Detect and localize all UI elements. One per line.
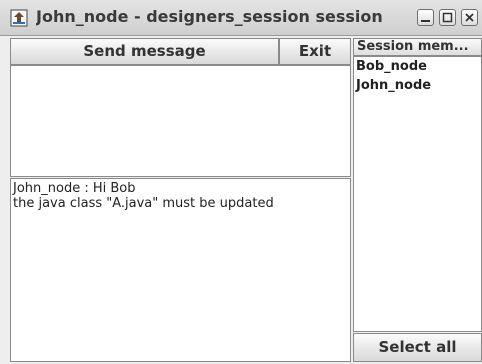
member-item-bob-node[interactable]: Bob_node [354,57,481,76]
chat-log-text: John_node : Hi Bob the java class "A.jav… [13,181,274,211]
exit-button[interactable]: Exit [279,38,351,65]
title-bar[interactable]: John_node - designers_session session [0,0,482,36]
members-header[interactable]: Session mem... [353,38,482,56]
send-message-button[interactable]: Send message [10,38,279,65]
minimize-button[interactable] [417,9,434,26]
maximize-button[interactable] [439,9,456,26]
app-icon [10,9,28,27]
chat-log[interactable]: John_node : Hi Bob the java class "A.jav… [10,178,351,362]
chat-line: the java class "A.java" must be updated [13,196,274,211]
close-button[interactable] [461,9,478,26]
member-item-john-node[interactable]: John_node [354,76,481,95]
message-input[interactable] [10,65,351,177]
chat-line: John_node : Hi Bob [13,181,136,196]
maximize-icon [442,12,453,23]
members-list[interactable]: Bob_node John_node [353,56,482,332]
app-window: John_node - designers_session session Se… [0,0,482,364]
window-title: John_node - designers_session session [36,7,383,26]
close-icon [465,13,474,22]
select-all-button[interactable]: Select all [353,333,482,362]
minimize-icon [421,20,430,22]
